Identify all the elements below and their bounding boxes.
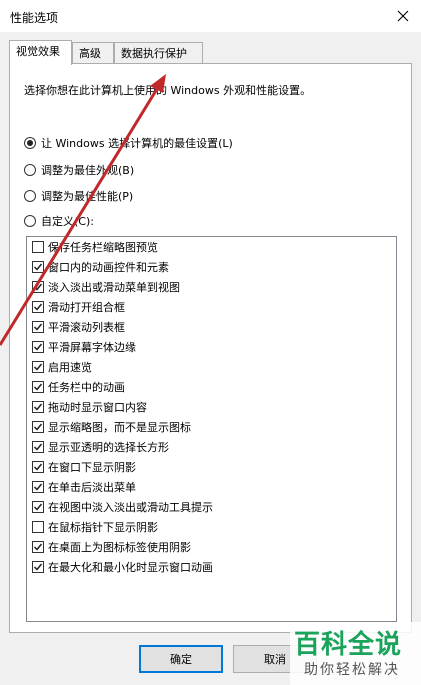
radio-indicator bbox=[24, 190, 36, 202]
list-item[interactable]: 拖动时显示窗口内容 bbox=[32, 397, 147, 417]
checkbox bbox=[32, 341, 44, 353]
check-icon bbox=[33, 383, 43, 391]
radio-label: 自定义(C): bbox=[41, 215, 94, 228]
checkbox bbox=[32, 381, 44, 393]
list-item[interactable]: 在桌面上为图标标签使用阴影 bbox=[32, 537, 191, 557]
check-icon bbox=[33, 483, 43, 491]
tab-visual-effects[interactable]: 视觉效果 bbox=[9, 40, 72, 65]
radio-label: 调整为最佳外观(B) bbox=[41, 164, 135, 177]
checkbox bbox=[32, 401, 44, 413]
check-icon bbox=[33, 563, 43, 571]
checkbox bbox=[32, 241, 44, 253]
title-bar: 性能选项 bbox=[0, 0, 421, 32]
window-title: 性能选项 bbox=[10, 11, 59, 25]
check-icon bbox=[33, 363, 43, 371]
check-icon bbox=[33, 403, 43, 411]
radio-label: 让 Windows 选择计算机的最佳设置(L) bbox=[41, 137, 233, 150]
option-label: 显示缩略图，而不是显示图标 bbox=[48, 421, 191, 434]
visual-effects-panel: 选择你想在此计算机上使用的 Windows 外观和性能设置。 让 Windows… bbox=[9, 63, 412, 633]
option-label: 在桌面上为图标标签使用阴影 bbox=[48, 541, 191, 554]
list-item[interactable]: 淡入淡出或滑动菜单到视图 bbox=[32, 277, 180, 297]
visual-effects-list[interactable]: 保存任务栏缩略图预览 窗口内的动画控件和元素 淡入淡出或滑动菜单到视图 滑动打开… bbox=[26, 236, 397, 622]
option-label: 滑动打开组合框 bbox=[48, 301, 125, 314]
option-label: 在最大化和最小化时显示窗口动画 bbox=[48, 561, 213, 574]
option-label: 平滑屏幕字体边缘 bbox=[48, 341, 136, 354]
list-item[interactable]: 在最大化和最小化时显示窗口动画 bbox=[32, 557, 213, 577]
list-item[interactable]: 任务栏中的动画 bbox=[32, 377, 125, 397]
checkbox bbox=[32, 521, 44, 533]
list-item[interactable]: 显示亚透明的选择长方形 bbox=[32, 437, 169, 457]
panel-description: 选择你想在此计算机上使用的 Windows 外观和性能设置。 bbox=[24, 84, 312, 97]
option-label: 拖动时显示窗口内容 bbox=[48, 401, 147, 414]
list-item[interactable]: 保存任务栏缩略图预览 bbox=[32, 237, 158, 257]
close-button[interactable] bbox=[385, 0, 421, 32]
checkbox bbox=[32, 321, 44, 333]
radio-best-appearance[interactable]: 调整为最佳外观(B) bbox=[24, 162, 134, 178]
checkbox bbox=[32, 301, 44, 313]
list-item[interactable]: 平滑滚动列表框 bbox=[32, 317, 125, 337]
option-label: 在窗口下显示阴影 bbox=[48, 461, 136, 474]
checkbox bbox=[32, 261, 44, 273]
option-label: 在视图中淡入淡出或滑动工具提示 bbox=[48, 501, 213, 514]
option-label: 保存任务栏缩略图预览 bbox=[48, 241, 158, 254]
close-icon bbox=[397, 10, 409, 22]
check-icon bbox=[33, 423, 43, 431]
radio-indicator bbox=[24, 137, 36, 149]
tab-data-execution-prevention[interactable]: 数据执行保护 bbox=[114, 42, 203, 63]
option-label: 平滑滚动列表框 bbox=[48, 321, 125, 334]
checkbox bbox=[32, 561, 44, 573]
list-item[interactable]: 启用速览 bbox=[32, 357, 92, 377]
checkbox bbox=[32, 441, 44, 453]
check-icon bbox=[33, 463, 43, 471]
check-icon bbox=[33, 283, 43, 291]
list-item[interactable]: 滑动打开组合框 bbox=[32, 297, 125, 317]
check-icon bbox=[33, 443, 43, 451]
check-icon bbox=[33, 303, 43, 311]
checkbox bbox=[32, 461, 44, 473]
list-item[interactable]: 显示缩略图，而不是显示图标 bbox=[32, 417, 191, 437]
radio-let-windows-choose[interactable]: 让 Windows 选择计算机的最佳设置(L) bbox=[24, 135, 233, 151]
checkbox bbox=[32, 501, 44, 513]
checkbox bbox=[32, 361, 44, 373]
tab-advanced[interactable]: 高级 bbox=[72, 42, 114, 63]
checkbox bbox=[32, 541, 44, 553]
check-icon bbox=[33, 323, 43, 331]
radio-custom[interactable]: 自定义(C): bbox=[24, 213, 94, 229]
check-icon bbox=[33, 543, 43, 551]
radio-indicator bbox=[24, 215, 36, 227]
watermark-title: 百科全说 bbox=[294, 630, 403, 660]
checkbox bbox=[32, 481, 44, 493]
list-item[interactable]: 在鼠标指针下显示阴影 bbox=[32, 517, 158, 537]
list-item[interactable]: 在单击后淡出菜单 bbox=[32, 477, 136, 497]
check-icon bbox=[33, 343, 43, 351]
option-label: 淡入淡出或滑动菜单到视图 bbox=[48, 281, 180, 294]
radio-best-performance[interactable]: 调整为最佳性能(P) bbox=[24, 188, 133, 204]
option-label: 显示亚透明的选择长方形 bbox=[48, 441, 169, 454]
watermark: 百科全说 助你轻松解决 bbox=[290, 622, 421, 685]
option-label: 任务栏中的动画 bbox=[48, 381, 125, 394]
watermark-subtitle: 助你轻松解决 bbox=[304, 662, 400, 678]
list-item[interactable]: 在视图中淡入淡出或滑动工具提示 bbox=[32, 497, 213, 517]
option-label: 窗口内的动画控件和元素 bbox=[48, 261, 169, 274]
list-item[interactable]: 窗口内的动画控件和元素 bbox=[32, 257, 169, 277]
radio-indicator bbox=[24, 164, 36, 176]
list-item[interactable]: 在窗口下显示阴影 bbox=[32, 457, 136, 477]
check-icon bbox=[33, 263, 43, 271]
checkbox bbox=[32, 281, 44, 293]
list-item[interactable]: 平滑屏幕字体边缘 bbox=[32, 337, 136, 357]
option-label: 在鼠标指针下显示阴影 bbox=[48, 521, 158, 534]
option-label: 启用速览 bbox=[48, 361, 92, 374]
ok-button[interactable]: 确定 bbox=[139, 645, 223, 673]
check-icon bbox=[33, 503, 43, 511]
radio-label: 调整为最佳性能(P) bbox=[41, 190, 134, 203]
checkbox bbox=[32, 421, 44, 433]
option-label: 在单击后淡出菜单 bbox=[48, 481, 136, 494]
